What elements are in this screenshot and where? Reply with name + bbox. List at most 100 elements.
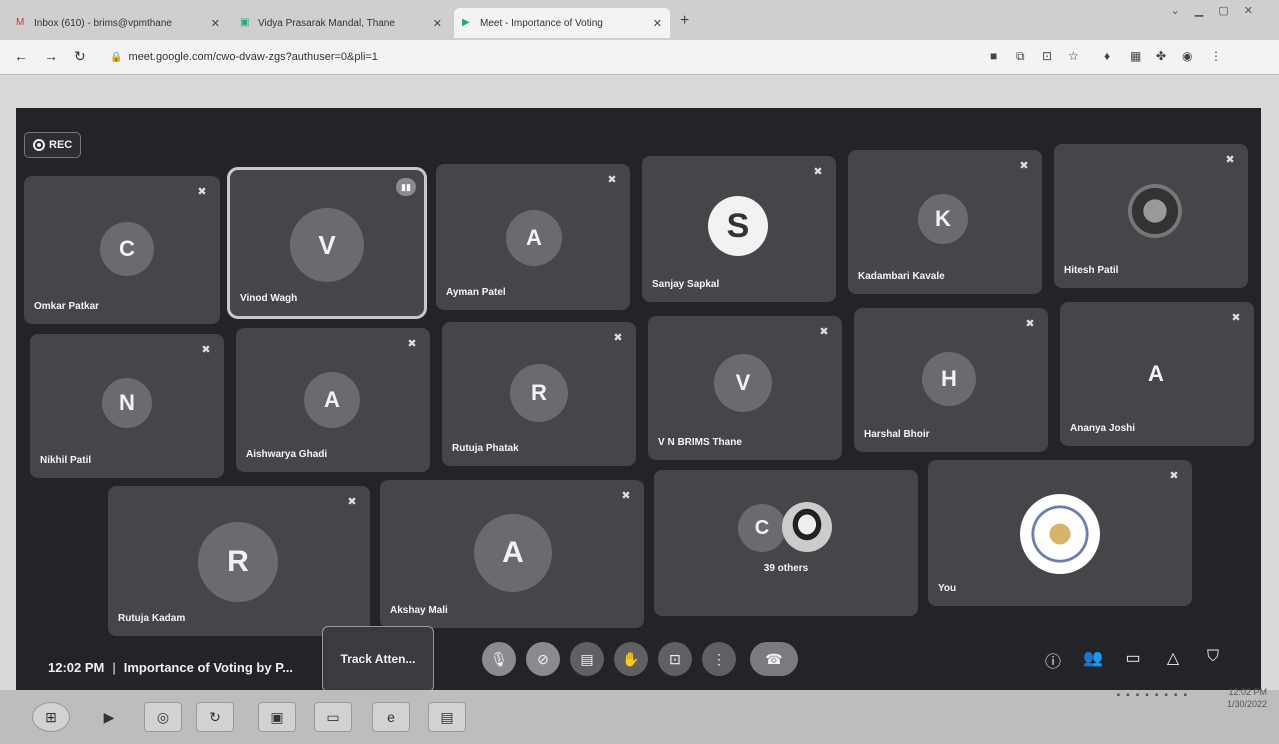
end-call-icon[interactable]: ☎	[750, 642, 798, 676]
close-icon[interactable]: ✕	[433, 17, 442, 30]
avatar: V	[290, 208, 364, 282]
browser-tab-bar: M Inbox (610) - brims@vpmthane ✕ ▣ Vidya…	[0, 0, 1279, 40]
back-icon[interactable]: ←	[14, 48, 28, 64]
participant-tile[interactable]: V ▮▮ Vinod Wagh	[227, 167, 427, 319]
start-button-icon[interactable]: ⊞	[32, 702, 70, 732]
clock-date: 1/30/2022	[1226, 699, 1267, 709]
participant-name: Ayman Patel	[446, 287, 506, 298]
captions-icon[interactable]: ▤	[570, 642, 604, 676]
separator: |	[112, 660, 116, 675]
extensions-puzzle-icon[interactable]: ✤	[1156, 49, 1166, 63]
taskbar-clock[interactable]: 12:02 PM 1/30/2022	[1227, 686, 1267, 710]
mic-off-icon[interactable]: 🎙	[482, 642, 516, 676]
clock-time: 12:02 PM	[1228, 687, 1267, 697]
folder-icon[interactable]: ▭	[314, 702, 352, 732]
browser-toolbar: ← → ↻ 🔒 meet.google.com/cwo-dvaw-zgs?aut…	[0, 40, 1279, 75]
participant-name: Rutuja Phatak	[452, 443, 519, 454]
camera-icon[interactable]: ■	[990, 49, 997, 63]
close-icon[interactable]: ✕	[653, 17, 662, 30]
avatar: V	[714, 354, 772, 412]
meet-icon: ▶	[462, 17, 470, 28]
participant-tile[interactable]: A ✖ Ayman Patel	[436, 164, 630, 310]
participant-name: Aishwarya Ghadi	[246, 449, 328, 460]
mic-off-icon: ✖	[607, 174, 617, 186]
forward-icon[interactable]: →	[44, 48, 58, 64]
others-count: 39 others	[763, 563, 809, 574]
mic-off-icon: ✖	[407, 338, 417, 350]
system-tray[interactable]: ▪▪▪▪▪▪▪▪	[1117, 690, 1193, 701]
share-icon[interactable]: ⧉	[1016, 49, 1025, 64]
people-icon[interactable]: 👥	[1082, 648, 1104, 668]
profile-photo	[1128, 184, 1182, 238]
participant-tile[interactable]: K ✖ Kadambari Kavale	[848, 150, 1042, 294]
participant-name: Ananya Joshi	[1070, 423, 1136, 434]
tab-label: Meet - Importance of Voting	[480, 17, 603, 29]
close-icon[interactable]: ✕	[211, 17, 220, 30]
classroom-icon: ▣	[240, 17, 250, 28]
participant-name: Harshal Bhoir	[864, 429, 930, 440]
participant-tile[interactable]: R ✖ Rutuja Phatak	[442, 322, 636, 466]
lock-icon: 🔒	[110, 51, 123, 63]
participant-tile[interactable]: S ✖ Sanjay Sapkal	[642, 156, 836, 302]
participant-tile[interactable]: A ✖ Aishwarya Ghadi	[236, 328, 430, 472]
extension-icon[interactable]: ▦	[1130, 49, 1141, 63]
participant-tile[interactable]: N ✖ Nikhil Patil	[30, 334, 224, 478]
recording-badge: REC	[24, 132, 82, 158]
info-icon[interactable]: ⓘ	[1042, 648, 1064, 672]
address-bar[interactable]: 🔒 meet.google.com/cwo-dvaw-zgs?authuser=…	[110, 46, 970, 68]
raise-hand-icon[interactable]: ✋	[614, 642, 648, 676]
bookmark-star-icon[interactable]: ☆	[1068, 49, 1079, 63]
mic-off-icon: ✖	[1169, 470, 1179, 482]
avatar: N	[102, 378, 152, 428]
extension-icon[interactable]: ♦	[1104, 49, 1110, 63]
avatar: A	[474, 514, 552, 592]
new-tab-icon[interactable]: +	[680, 12, 689, 30]
screenshot-icon[interactable]: ⊡	[1042, 49, 1052, 63]
activities-icon[interactable]: △	[1162, 648, 1184, 668]
explorer-icon[interactable]: ▣	[258, 702, 296, 732]
more-options-icon[interactable]: ⋮	[702, 642, 736, 676]
tab-classroom[interactable]: ▣ Vidya Prasarak Mandal, Thane ✕	[232, 8, 450, 38]
participant-tile[interactable]: C ✖ Omkar Patkar	[24, 176, 220, 324]
participant-name: Vinod Wagh	[240, 293, 298, 304]
mic-off-icon: ✖	[621, 490, 631, 502]
participant-tile[interactable]: H ✖ Harshal Bhoir	[854, 308, 1048, 452]
media-player-icon[interactable]: ▶	[90, 702, 128, 732]
present-icon[interactable]: ⊡	[658, 642, 692, 676]
avatar: C	[100, 222, 154, 276]
chat-icon[interactable]: ▭	[1122, 648, 1144, 668]
tab-meet[interactable]: ▶ Meet - Importance of Voting ✕	[454, 8, 670, 38]
participant-tile[interactable]: R ✖ Rutuja Kadam	[108, 486, 370, 636]
menu-icon[interactable]: ⋮	[1210, 49, 1222, 63]
mic-off-icon: ✖	[201, 344, 211, 356]
participant-tile[interactable]: ✖ Hitesh Patil	[1054, 144, 1248, 288]
mic-off-icon: ✖	[819, 326, 829, 338]
avatar: R	[198, 522, 278, 602]
host-controls-icon[interactable]: ⛉	[1202, 648, 1224, 666]
chrome-icon[interactable]: ◎	[144, 702, 182, 732]
participant-tile[interactable]: A ✖ Ananya Joshi	[1060, 302, 1254, 446]
ie-icon[interactable]: e	[372, 702, 410, 732]
mic-off-icon: ✖	[347, 496, 357, 508]
others-tile[interactable]: C 39 others	[654, 470, 918, 616]
mic-off-icon: ✖	[1231, 312, 1241, 324]
self-tile[interactable]: ✖ You	[928, 460, 1192, 606]
participant-name: Nikhil Patil	[40, 455, 92, 466]
document-icon[interactable]: ▤	[428, 702, 466, 732]
participant-tile[interactable]: A ✖ Akshay Mali	[380, 480, 644, 628]
reload-icon[interactable]: ↻	[74, 48, 86, 65]
profile-photo	[782, 502, 832, 552]
mic-off-icon: ✖	[1019, 160, 1029, 172]
refresh-app-icon[interactable]: ↻	[196, 702, 234, 732]
track-attendance-button[interactable]: Track Atten...	[322, 626, 434, 692]
camera-off-icon[interactable]: ⊘	[526, 642, 560, 676]
institution-logo	[1020, 494, 1100, 574]
profile-icon[interactable]: ◉	[1182, 49, 1192, 63]
mic-off-icon: ✖	[613, 332, 623, 344]
rec-label: REC	[49, 139, 73, 151]
window-controls[interactable]: ⌄ ▁ ▢ ✕	[1171, 4, 1259, 17]
tab-inbox[interactable]: M Inbox (610) - brims@vpmthane ✕	[8, 8, 228, 38]
record-icon	[33, 139, 45, 151]
participant-tile[interactable]: V ✖ V N BRIMS Thane	[648, 316, 842, 460]
meet-control-bar: 12:02 PM | Importance of Voting by P... Tr…	[16, 626, 1261, 692]
